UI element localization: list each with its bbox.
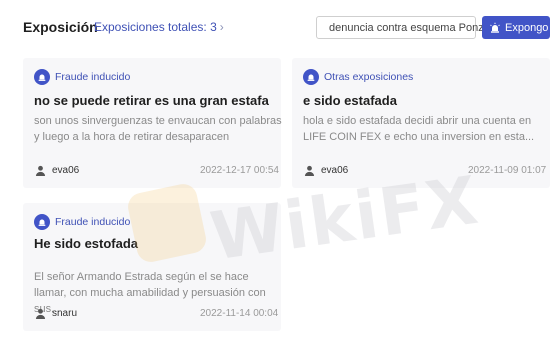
category-tag: Fraude inducido xyxy=(34,68,130,86)
card-title: no se puede retirar es una gran estafa xyxy=(34,93,269,108)
card-title: He sido estofada xyxy=(34,236,139,251)
card-author: eva06 xyxy=(34,164,79,176)
card-excerpt: son unos sinverguenzas te envaucan con p… xyxy=(34,115,282,143)
alarm-icon xyxy=(490,22,500,33)
category-label: Fraude inducido xyxy=(55,216,131,228)
post-date: 2022-12-17 00:54 xyxy=(200,165,279,176)
page-title: Exposición xyxy=(23,19,98,35)
author-name: snaru xyxy=(52,307,78,319)
category-label: Otras exposiciones xyxy=(324,71,414,83)
author-name: eva06 xyxy=(52,164,80,176)
user-icon xyxy=(34,307,46,319)
card-excerpt: hola e sido estafada decidi abrir una cu… xyxy=(303,115,535,143)
category-label: Fraude inducido xyxy=(55,71,131,83)
category-tag: Otras exposiciones xyxy=(303,68,413,86)
expose-button[interactable]: Expongo xyxy=(482,16,550,39)
author-name: eva06 xyxy=(321,164,349,176)
alarm-icon xyxy=(34,69,50,85)
post-date: 2022-11-14 00:04 xyxy=(200,308,279,319)
card-author: eva06 xyxy=(303,164,348,176)
total-exposures-label: Exposiciones totales: 3 xyxy=(94,20,217,34)
exposure-card[interactable]: Fraude inducido no se puede retirar es u… xyxy=(23,58,282,188)
header: Exposición Exposiciones totales: 3 › denu… xyxy=(0,0,554,56)
exposure-card[interactable]: Fraude inducido He sido estofada El seño… xyxy=(23,203,281,331)
expose-label: Expongo xyxy=(505,21,549,34)
alarm-icon xyxy=(34,214,50,230)
category-tag: Fraude inducido xyxy=(34,213,130,231)
user-icon xyxy=(303,164,315,176)
exposure-card[interactable]: Otras exposiciones e sido estafada hola … xyxy=(292,58,550,188)
report-ponzi-button[interactable]: denuncia contra esquema Ponzi xyxy=(316,16,486,39)
user-icon xyxy=(34,164,46,176)
chevron-right-icon: › xyxy=(219,20,224,34)
card-author: snaru xyxy=(34,307,77,319)
report-ponzi-label: denuncia contra esquema Ponzi xyxy=(329,21,487,34)
total-exposures-link[interactable]: Exposiciones totales: 3 › xyxy=(94,20,224,34)
post-date: 2022-11-09 01:07 xyxy=(468,165,547,176)
alarm-icon xyxy=(303,69,319,85)
card-title: e sido estafada xyxy=(303,93,397,108)
